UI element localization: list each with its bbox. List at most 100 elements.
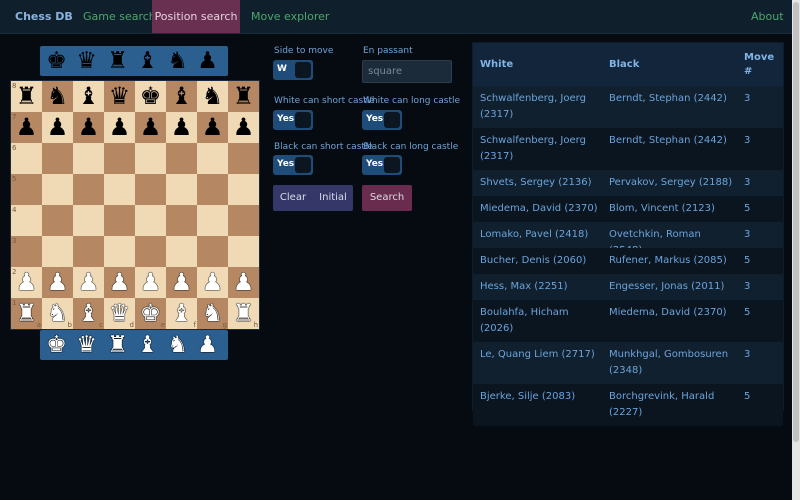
square-a1[interactable]: 1 a ♜ bbox=[11, 298, 42, 329]
square-c8[interactable]: ♝ bbox=[73, 81, 104, 112]
square-f4[interactable] bbox=[166, 205, 197, 236]
square-f6[interactable] bbox=[166, 143, 197, 174]
white-pawn-icon[interactable]: ♟ bbox=[135, 267, 166, 298]
square-g3[interactable] bbox=[197, 236, 228, 267]
header-move[interactable]: Move # bbox=[744, 51, 774, 79]
white-long-castle-toggle[interactable]: Yes bbox=[362, 110, 402, 130]
table-row[interactable]: Schwalfenberg, Joerg (2317) Berndt, Steph… bbox=[473, 86, 783, 128]
table-row[interactable]: Bucher, Denis (2060) Rufener, Markus (208… bbox=[473, 248, 783, 274]
square-d3[interactable] bbox=[104, 236, 135, 267]
black-bishop-icon[interactable]: ♝ bbox=[73, 81, 104, 112]
initial-button[interactable]: Initial bbox=[313, 185, 353, 211]
black-pawn-icon[interactable]: ♟ bbox=[197, 112, 228, 143]
square-c1[interactable]: c ♝ bbox=[73, 298, 104, 329]
square-a6[interactable]: 6 bbox=[11, 143, 42, 174]
square-g8[interactable]: ♞ bbox=[197, 81, 228, 112]
white-pawn-icon[interactable]: ♟ bbox=[11, 267, 42, 298]
square-b4[interactable] bbox=[42, 205, 73, 236]
black-pawn-icon[interactable]: ♟ bbox=[135, 112, 166, 143]
black-pawn-icon[interactable]: ♟ bbox=[42, 112, 73, 143]
square-f1[interactable]: f ♝ bbox=[166, 298, 197, 329]
square-b8[interactable]: ♞ bbox=[42, 81, 73, 112]
table-row[interactable]: Schwalfenberg, Joerg (2317) Berndt, Steph… bbox=[473, 128, 783, 170]
black-bishop-icon[interactable]: ♝ bbox=[166, 81, 197, 112]
black-knight-icon[interactable]: ♞ bbox=[42, 81, 73, 112]
nav-move-explorer[interactable]: Move explorer bbox=[242, 0, 338, 33]
white-bishop-icon[interactable]: ♝ bbox=[73, 298, 104, 329]
square-d2[interactable]: ♟ bbox=[104, 267, 135, 298]
white-king-icon[interactable]: ♚ bbox=[135, 298, 166, 329]
square-b6[interactable] bbox=[42, 143, 73, 174]
square-d7[interactable]: ♟ bbox=[104, 112, 135, 143]
black-pawn-icon[interactable]: ♟ bbox=[73, 112, 104, 143]
white-pawn-icon[interactable]: ♟ bbox=[197, 267, 228, 298]
white-queen-icon[interactable]: ♛ bbox=[104, 298, 135, 329]
white-pawn-icon[interactable]: ♟ bbox=[166, 267, 197, 298]
white-rook-icon[interactable]: ♜ bbox=[228, 298, 259, 329]
square-d6[interactable] bbox=[104, 143, 135, 174]
square-c2[interactable]: ♟ bbox=[73, 267, 104, 298]
white-bishop-icon[interactable]: ♝ bbox=[166, 298, 197, 329]
search-button[interactable]: Search bbox=[362, 185, 412, 211]
square-h8[interactable]: ♜ bbox=[228, 81, 259, 112]
square-e4[interactable] bbox=[135, 205, 166, 236]
nav-about[interactable]: About bbox=[742, 0, 793, 33]
square-g4[interactable] bbox=[197, 205, 228, 236]
square-c7[interactable]: ♟ bbox=[73, 112, 104, 143]
black-knight-icon[interactable]: ♞ bbox=[163, 46, 192, 76]
square-c6[interactable] bbox=[73, 143, 104, 174]
square-f5[interactable] bbox=[166, 174, 197, 205]
square-a4[interactable]: 4 bbox=[11, 205, 42, 236]
white-short-castle-toggle[interactable]: Yes bbox=[273, 110, 313, 130]
black-bishop-icon[interactable]: ♝ bbox=[133, 46, 162, 76]
square-e3[interactable] bbox=[135, 236, 166, 267]
square-h3[interactable] bbox=[228, 236, 259, 267]
white-knight-icon[interactable]: ♞ bbox=[42, 298, 73, 329]
square-g2[interactable]: ♟ bbox=[197, 267, 228, 298]
black-knight-icon[interactable]: ♞ bbox=[197, 81, 228, 112]
square-h2[interactable]: ♟ bbox=[228, 267, 259, 298]
header-black[interactable]: Black bbox=[609, 59, 639, 70]
table-row[interactable]: Shvets, Sergey (2136) Pervakov, Sergey (2… bbox=[473, 170, 783, 196]
square-e7[interactable]: ♟ bbox=[135, 112, 166, 143]
square-g1[interactable]: g ♞ bbox=[197, 298, 228, 329]
black-queen-icon[interactable]: ♛ bbox=[72, 46, 101, 76]
black-queen-icon[interactable]: ♛ bbox=[104, 81, 135, 112]
clear-button[interactable]: Clear bbox=[273, 185, 313, 211]
square-d8[interactable]: ♛ bbox=[104, 81, 135, 112]
white-rook-icon[interactable]: ♜ bbox=[11, 298, 42, 329]
white-knight-icon[interactable]: ♞ bbox=[197, 298, 228, 329]
square-a2[interactable]: 2 ♟ bbox=[11, 267, 42, 298]
square-e6[interactable] bbox=[135, 143, 166, 174]
scrollbar-thumb[interactable] bbox=[793, 2, 799, 442]
square-f8[interactable]: ♝ bbox=[166, 81, 197, 112]
header-white[interactable]: White bbox=[480, 59, 513, 70]
table-row[interactable]: Miedema, David (2370) Blom, Vincent (2123… bbox=[473, 196, 783, 222]
black-pawn-icon[interactable]: ♟ bbox=[166, 112, 197, 143]
square-b2[interactable]: ♟ bbox=[42, 267, 73, 298]
white-pawn-icon[interactable]: ♟ bbox=[42, 267, 73, 298]
table-row[interactable]: Boulahfa, Hicham (2026) Miedema, David (2… bbox=[473, 300, 783, 342]
square-b3[interactable] bbox=[42, 236, 73, 267]
square-f7[interactable]: ♟ bbox=[166, 112, 197, 143]
square-d1[interactable]: d ♛ bbox=[104, 298, 135, 329]
square-d4[interactable] bbox=[104, 205, 135, 236]
chess-board[interactable]: 8 ♜ ♞ ♝ ♛ ♚ ♝ ♞ ♜ 7 ♟ ♟ ♟ ♟ ♟ ♟ ♟ ♟ 6 5 4 3 2 ♟ ♟ ♟ ♟ ♟ ♟ ♟ ♟ 1 a ♜ b ♞ c ♝ d ♛… bbox=[10, 80, 260, 330]
square-h5[interactable] bbox=[228, 174, 259, 205]
brand-logo[interactable]: Chess DB bbox=[15, 10, 73, 23]
table-row[interactable]: Le, Quang Liem (2717) Munkhgal, Gombosure… bbox=[473, 342, 783, 384]
black-pawn-icon[interactable]: ♟ bbox=[11, 112, 42, 143]
square-g7[interactable]: ♟ bbox=[197, 112, 228, 143]
nav-position-search[interactable]: Position search bbox=[152, 0, 240, 33]
square-f2[interactable]: ♟ bbox=[166, 267, 197, 298]
square-e8[interactable]: ♚ bbox=[135, 81, 166, 112]
en-passant-input[interactable] bbox=[362, 60, 452, 83]
white-bishop-icon[interactable]: ♝ bbox=[133, 330, 162, 360]
black-short-castle-toggle[interactable]: Yes bbox=[273, 155, 313, 175]
black-pawn-icon[interactable]: ♟ bbox=[193, 46, 222, 76]
table-row[interactable]: Hess, Max (2251) Engesser, Jonas (2011) 3 bbox=[473, 274, 783, 300]
white-pawn-icon[interactable]: ♟ bbox=[228, 267, 259, 298]
square-h6[interactable] bbox=[228, 143, 259, 174]
table-row[interactable]: Lomako, Pavel (2418)Ovetchkin, Roman (25… bbox=[473, 222, 783, 256]
square-h7[interactable]: ♟ bbox=[228, 112, 259, 143]
